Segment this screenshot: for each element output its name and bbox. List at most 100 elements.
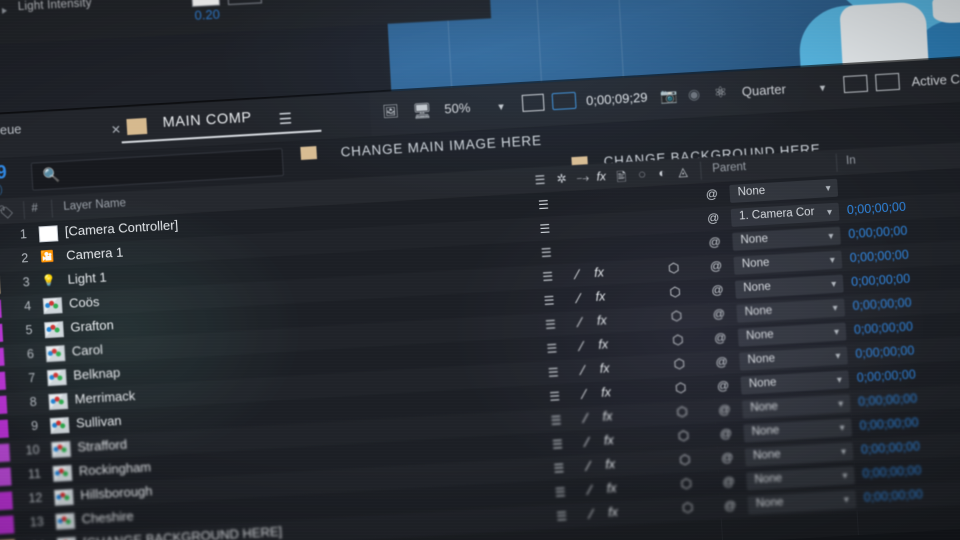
layer-in-timecode[interactable]: 0;00;00;00: [855, 343, 915, 360]
layer-in-timecode[interactable]: 0;00;00;00: [862, 463, 922, 480]
panel-menu-icon[interactable]: ☰: [278, 109, 292, 128]
column-layer-name-header[interactable]: Layer Name: [63, 197, 126, 213]
layer-in-timecode[interactable]: 0;00;00;00: [859, 415, 919, 432]
layer-color-chip[interactable]: [0, 299, 2, 320]
parent-dropdown[interactable]: None ▾: [740, 370, 850, 395]
parent-pickwhip-icon[interactable]: @: [717, 378, 730, 393]
3d-layer-switch[interactable]: ⬡: [676, 404, 688, 421]
parent-dropdown[interactable]: None ▾: [746, 466, 855, 491]
quality-icon[interactable]: ⤍: [576, 170, 589, 186]
chevron-down-icon[interactable]: ▾: [842, 471, 848, 482]
3d-layer-switch[interactable]: ⬡: [682, 500, 694, 517]
shy-switch[interactable]: ☰: [543, 293, 555, 308]
shy-switch[interactable]: ☰: [549, 389, 561, 404]
quality-switch[interactable]: ∕: [590, 506, 593, 522]
column-in-header[interactable]: In: [846, 155, 856, 168]
shy-switch[interactable]: ☰: [545, 317, 557, 332]
quality-switch[interactable]: ∕: [577, 290, 580, 306]
show-snapshot-icon[interactable]: 🖥: [412, 101, 432, 120]
layer-color-chip[interactable]: [0, 419, 9, 439]
chevron-down-icon[interactable]: ▾: [828, 231, 834, 242]
layer-color-chip[interactable]: [0, 467, 12, 487]
layer-name[interactable]: Strafford: [77, 437, 127, 455]
chevron-down-icon[interactable]: ▾: [839, 423, 845, 434]
parent-dropdown[interactable]: None ▾: [744, 442, 854, 467]
camera-view-value[interactable]: Active Camera: [911, 69, 960, 89]
3d-layer-icon[interactable]: ◬: [678, 164, 688, 179]
layer-name[interactable]: Belknap: [73, 365, 121, 383]
quality-switch[interactable]: ∕: [579, 314, 582, 330]
chevron-down-icon[interactable]: ▾: [844, 495, 850, 506]
parent-dropdown[interactable]: None ▾: [747, 490, 857, 515]
layer-list[interactable]: 1 [Camera Controller] ☰ @ None ▾ 2 🎦 Camera 1 ☰ @1…: [0, 164, 960, 540]
channels-icon[interactable]: ◉: [687, 86, 700, 104]
layer-name[interactable]: Grafton: [70, 317, 114, 335]
parent-dropdown[interactable]: None ▾: [736, 298, 846, 323]
layer-color-chip[interactable]: [0, 443, 11, 463]
shy-switch[interactable]: ☰: [541, 245, 553, 260]
layer-name[interactable]: Hillsborough: [80, 483, 153, 502]
collapse-transformations-icon[interactable]: ✲: [556, 171, 567, 186]
chevron-down-icon[interactable]: ▾: [841, 447, 847, 458]
3d-layer-switch[interactable]: ⬡: [679, 452, 691, 469]
transparency-grid-icon[interactable]: [551, 91, 577, 111]
chevron-down-icon[interactable]: ▾: [831, 279, 837, 290]
twirl-arrow-icon[interactable]: [1, 7, 8, 14]
quality-switch[interactable]: ∕: [588, 482, 591, 498]
light-intensity-value[interactable]: 0.20: [194, 7, 220, 23]
quality-switch[interactable]: ∕: [576, 266, 579, 282]
quality-switch[interactable]: ∕: [580, 338, 583, 354]
effects-icon[interactable]: fx: [596, 169, 606, 184]
layer-in-timecode[interactable]: 0;00;00;00: [861, 439, 921, 456]
shy-switch[interactable]: ☰: [538, 198, 550, 213]
parent-pickwhip-icon[interactable]: @: [715, 354, 728, 369]
effects-switch[interactable]: fx: [602, 409, 613, 424]
region-of-interest-icon[interactable]: [521, 93, 545, 112]
light-eyedropper-button[interactable]: [226, 0, 263, 6]
3d-layer-switch[interactable]: ⬡: [668, 260, 680, 277]
effects-switch[interactable]: fx: [597, 313, 608, 328]
resolution-value[interactable]: Quarter: [741, 82, 786, 100]
column-parent-header[interactable]: Parent: [712, 161, 747, 175]
close-icon[interactable]: ✕: [111, 122, 122, 137]
effects-switch[interactable]: fx: [601, 385, 612, 400]
parent-dropdown[interactable]: None ▾: [741, 394, 851, 419]
layer-color-chip[interactable]: [0, 491, 13, 511]
parent-pickwhip-icon[interactable]: @: [724, 498, 737, 513]
shy-switch[interactable]: ☰: [550, 413, 562, 428]
quality-switch[interactable]: ∕: [584, 410, 587, 426]
toggle-guides-icon[interactable]: [875, 72, 900, 92]
layer-name[interactable]: Camera 1: [66, 245, 124, 263]
effects-switch[interactable]: fx: [594, 265, 605, 280]
motion-blur-icon[interactable]: ◌: [638, 167, 646, 181]
quality-switch[interactable]: ∕: [587, 458, 590, 474]
color-channel-icon[interactable]: ⚛: [713, 83, 727, 102]
chevron-down-icon[interactable]: ▾: [834, 327, 840, 338]
layer-name[interactable]: Light 1: [67, 270, 107, 287]
chevron-down-icon[interactable]: ▾: [832, 303, 838, 314]
parent-pickwhip-icon[interactable]: @: [705, 187, 718, 202]
parent-pickwhip-icon[interactable]: @: [711, 283, 724, 298]
layer-name[interactable]: Sullivan: [76, 413, 122, 431]
layer-in-timecode[interactable]: 0;00;00;00: [854, 320, 914, 337]
column-number-header[interactable]: #: [31, 202, 38, 214]
chevron-down-icon[interactable]: ▾: [830, 255, 836, 266]
shy-switch[interactable]: ☰: [553, 461, 565, 476]
3d-layer-switch[interactable]: ⬡: [677, 428, 689, 445]
parent-pickwhip-icon[interactable]: @: [708, 235, 721, 250]
parent-dropdown[interactable]: None ▾: [743, 418, 853, 443]
quality-switch[interactable]: ∕: [583, 386, 586, 402]
parent-dropdown[interactable]: None ▾: [734, 274, 844, 299]
effects-switch[interactable]: fx: [599, 361, 610, 376]
quality-switch[interactable]: ∕: [586, 434, 589, 450]
layer-in-timecode[interactable]: 0;00;00;00: [863, 487, 923, 504]
effects-switch[interactable]: fx: [604, 433, 615, 448]
layer-color-chip[interactable]: [0, 347, 5, 367]
tab-render-queue[interactable]: nder Queue: [0, 121, 22, 140]
toggle-mask-icon[interactable]: [843, 74, 869, 94]
parent-pickwhip-icon[interactable]: @: [710, 259, 723, 274]
layer-in-timecode[interactable]: 0;00;00;00: [851, 272, 911, 289]
parent-dropdown[interactable]: None ▾: [732, 226, 841, 251]
layer-in-timecode[interactable]: 0;00;00;00: [847, 200, 907, 217]
chevron-down-icon[interactable]: ▾: [819, 81, 825, 94]
